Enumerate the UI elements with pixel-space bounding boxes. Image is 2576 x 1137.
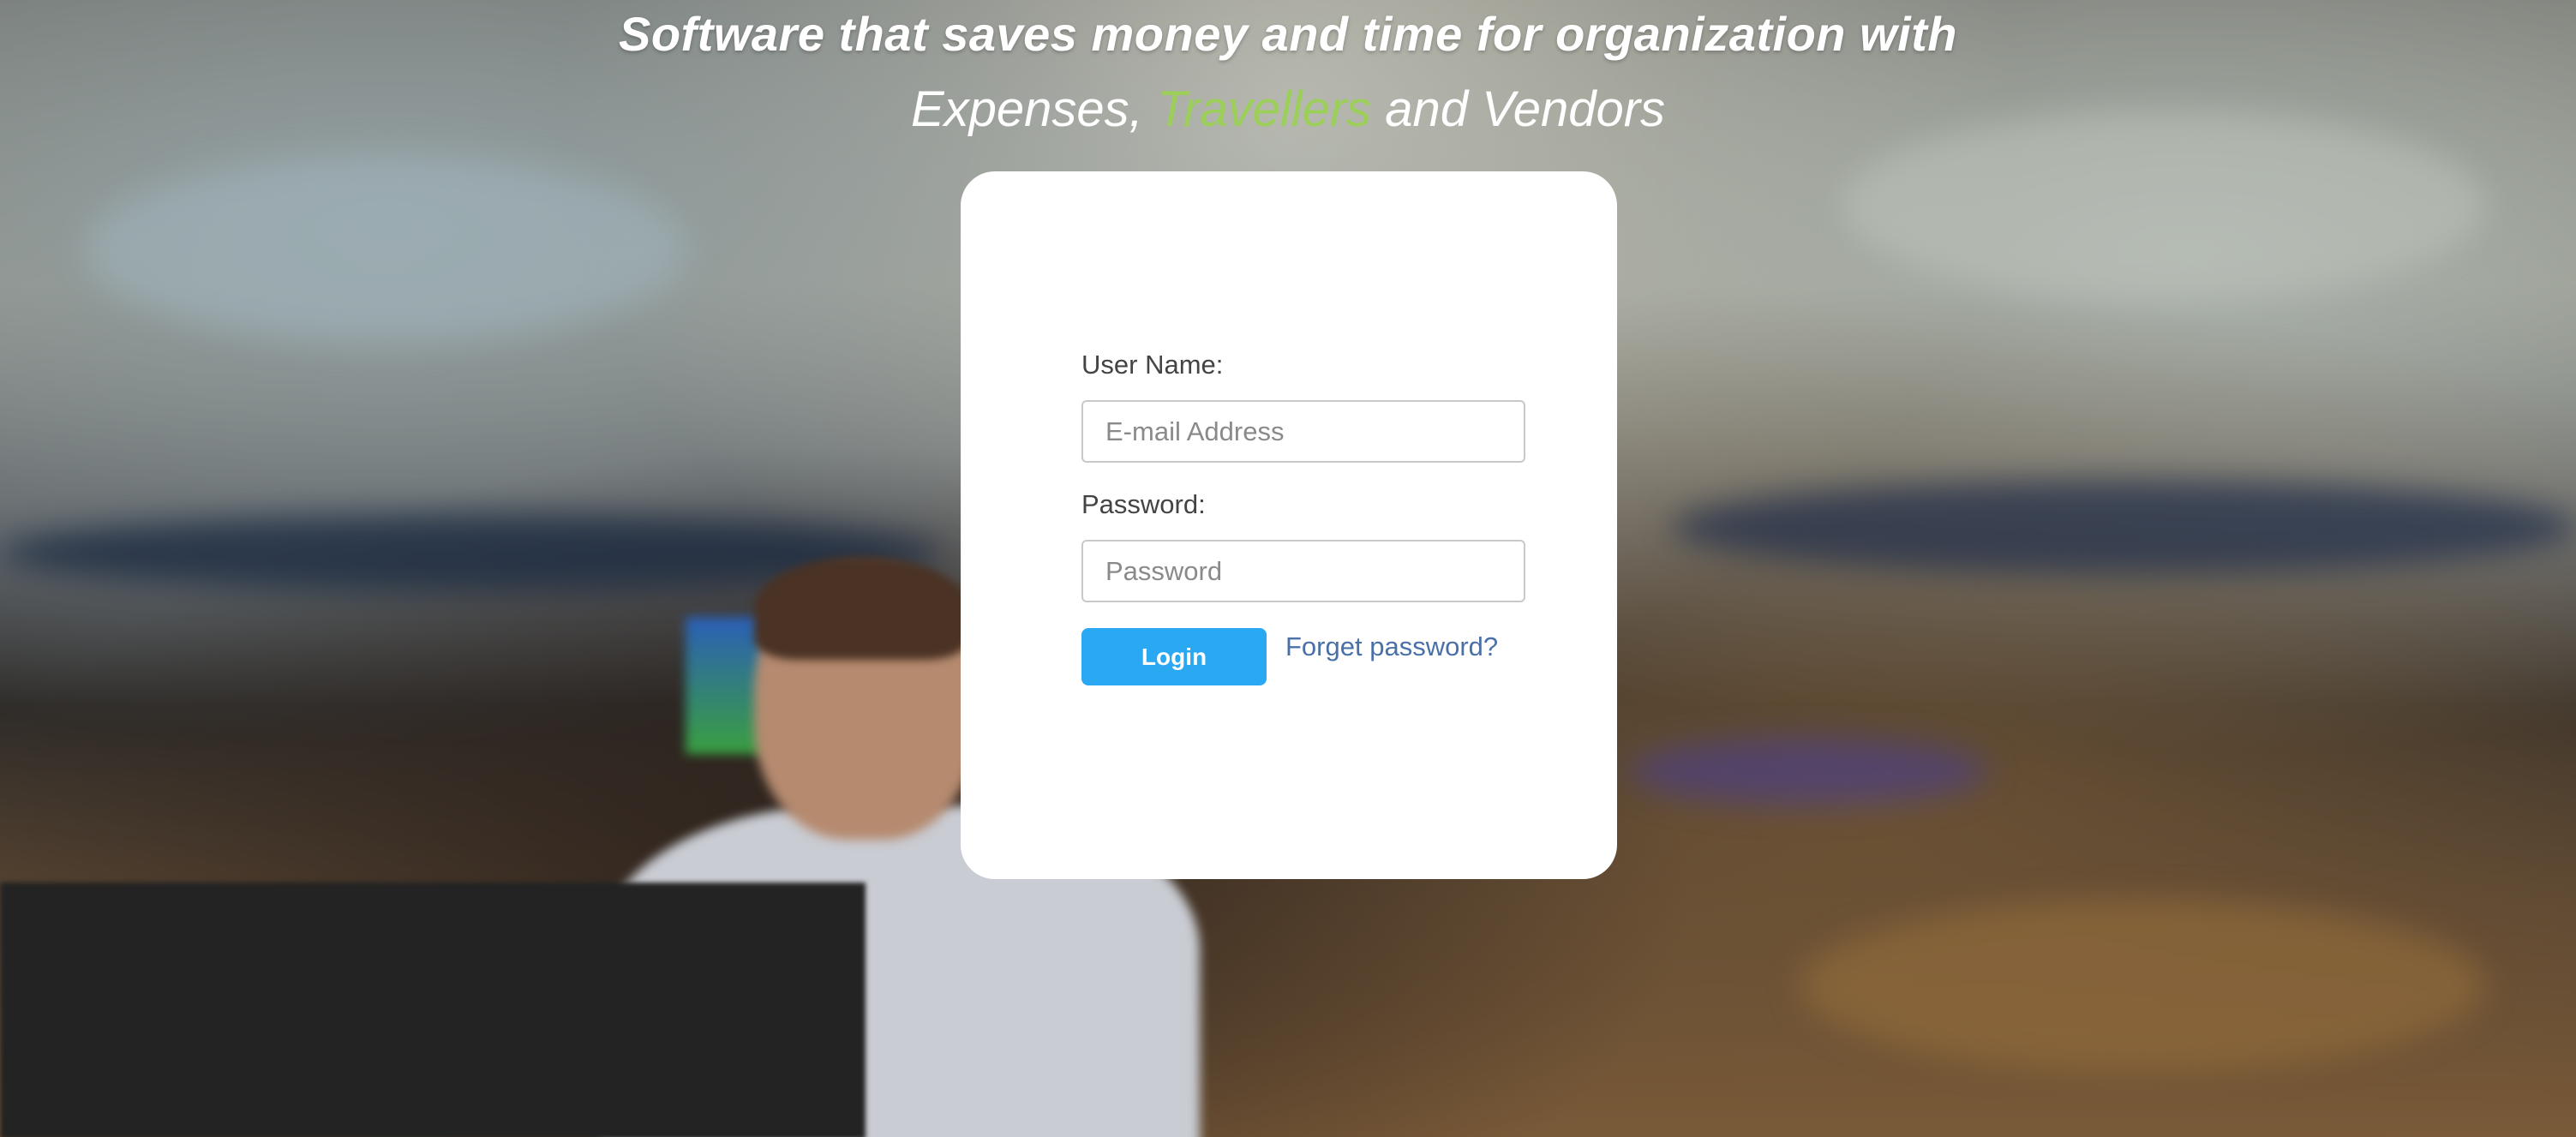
hero-subline-part1: Expenses, <box>910 81 1157 137</box>
hero-subline-accent: Travellers <box>1156 81 1372 137</box>
password-input[interactable] <box>1081 540 1525 602</box>
login-card: User Name: Password: Login Forget passwo… <box>961 171 1617 879</box>
hero-subline: Expenses, Travellers and Vendors <box>0 79 2576 141</box>
login-button[interactable]: Login <box>1081 628 1267 685</box>
login-page: Software that saves money and time for o… <box>0 0 2576 1137</box>
username-input[interactable] <box>1081 400 1525 463</box>
hero-headline: Software that saves money and time for o… <box>618 7 1958 61</box>
password-label: Password: <box>1081 489 1206 519</box>
forgot-password-link[interactable]: Forget password? <box>1285 631 1498 662</box>
username-label: User Name: <box>1081 350 1224 380</box>
hero-subline-part2: and Vendors <box>1371 81 1666 137</box>
